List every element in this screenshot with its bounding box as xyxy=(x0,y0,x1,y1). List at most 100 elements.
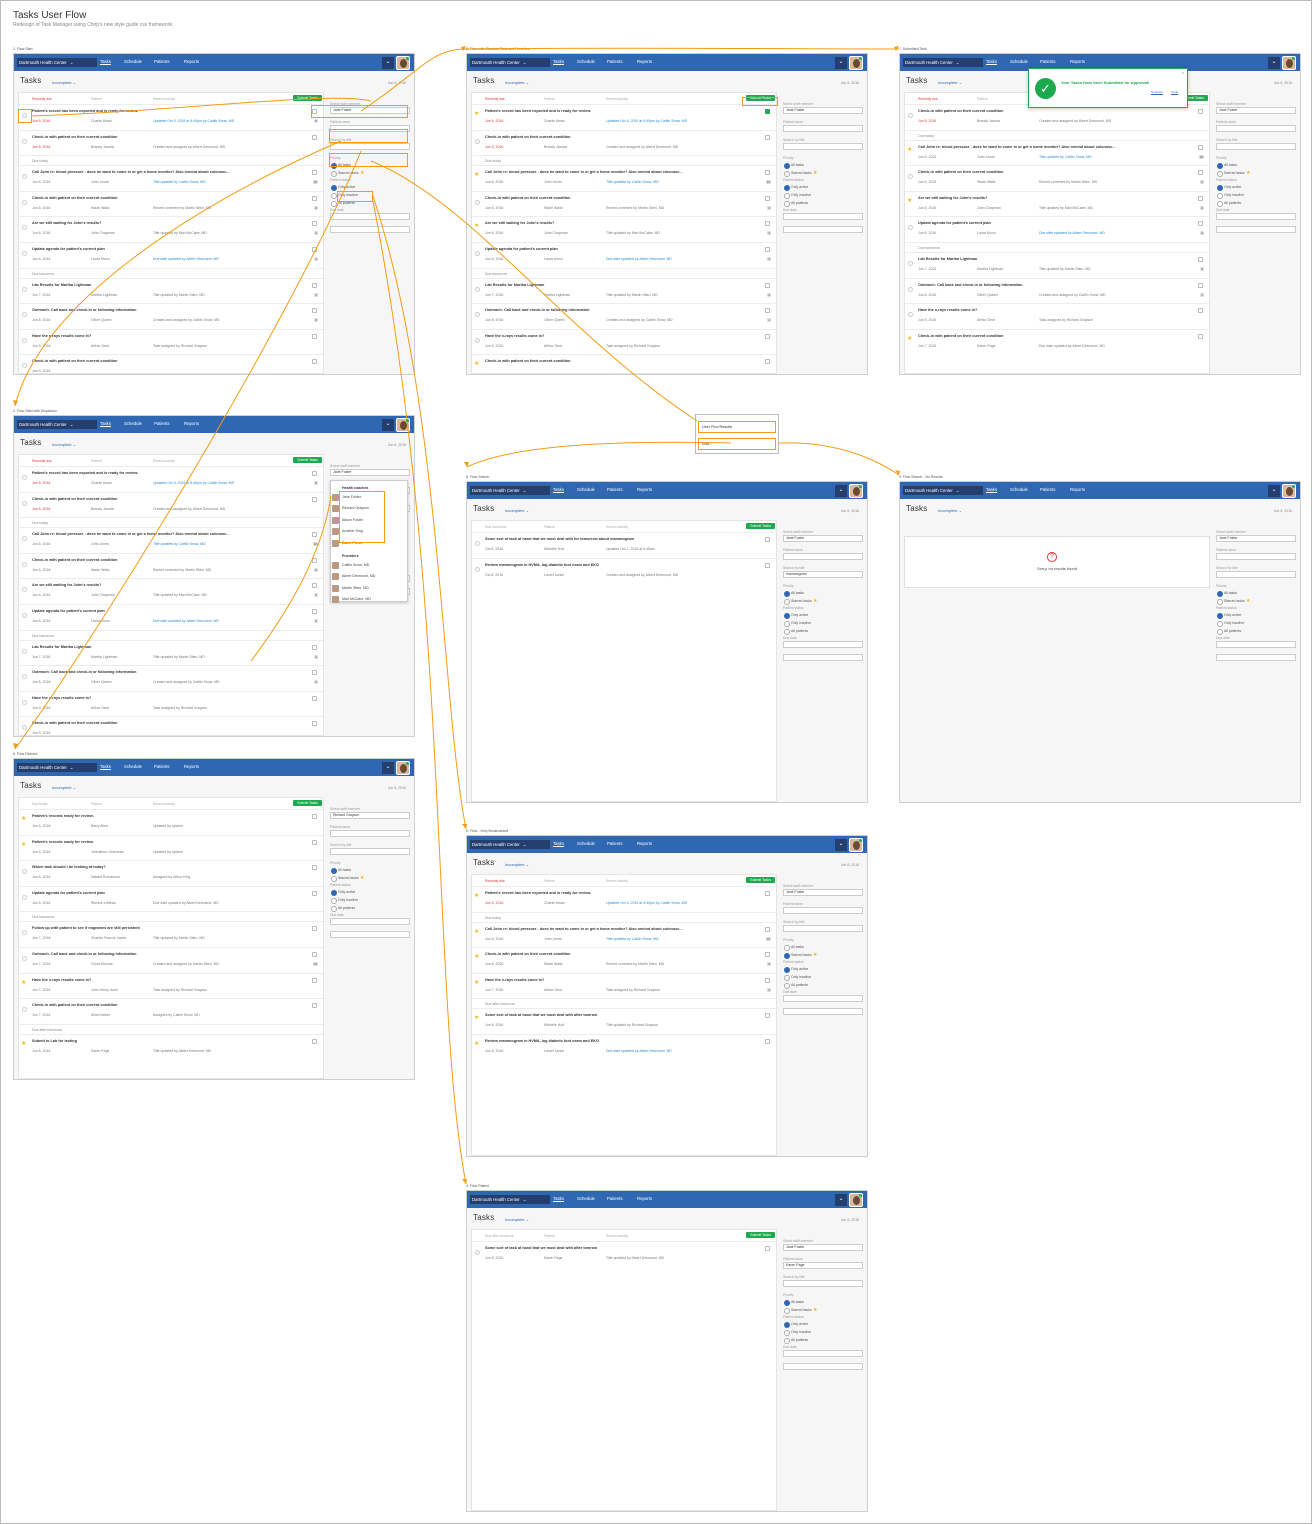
task-title[interactable]: Call John re: blood pressure - does he w… xyxy=(32,170,302,174)
radio-all-patients[interactable]: All patients xyxy=(783,982,863,989)
task-checkbox[interactable] xyxy=(312,721,317,727)
task-check-circle[interactable] xyxy=(22,894,27,900)
task-row[interactable]: ★ Patient's record has been exported and … xyxy=(472,104,776,130)
avatar[interactable] xyxy=(849,1192,863,1207)
task-check-circle[interactable] xyxy=(908,225,913,231)
task-check-circle[interactable] xyxy=(908,312,913,318)
task-title[interactable]: Update agenda for patient's current plan xyxy=(32,247,302,251)
task-title[interactable]: Patient's record has been exported and i… xyxy=(32,471,302,475)
task-title[interactable]: Update agenda for patient's current plan xyxy=(485,247,755,251)
nav-tab-reports[interactable]: Reports xyxy=(184,764,199,769)
task-row[interactable]: Have the x-rays results come in? Jun 9, 2… xyxy=(19,690,323,717)
task-check-circle[interactable] xyxy=(22,363,27,369)
task-title[interactable]: Patient's records ready for review. xyxy=(32,840,302,844)
search-input[interactable] xyxy=(330,143,410,150)
task-checkbox[interactable] xyxy=(1198,282,1203,288)
radio-only-inactive[interactable]: Only inactive xyxy=(783,192,863,199)
task-checkbox[interactable] xyxy=(765,282,770,288)
menu-chevron-icon[interactable]: ⌄ xyxy=(1268,484,1280,497)
star-icon[interactable]: ★ xyxy=(907,197,912,204)
brand-dropdown[interactable]: Dartmouth Health Center xyxy=(470,839,550,849)
nav-tab-tasks[interactable]: Tasks xyxy=(553,1196,564,1201)
task-row[interactable]: Are we still waiting for John's results?… xyxy=(19,578,323,604)
task-check-circle[interactable] xyxy=(475,286,480,292)
task-title[interactable]: Outreach: Call back and check-in or foll… xyxy=(32,670,302,674)
submit-tasks-button[interactable]: Submit Tasks xyxy=(746,523,775,529)
task-checkbox[interactable] xyxy=(312,608,317,614)
brand-dropdown[interactable]: Dartmouth Health Center xyxy=(17,419,97,429)
due-date-input-2[interactable] xyxy=(1216,654,1296,661)
task-title[interactable]: Some sort of task at hand that we must d… xyxy=(485,1013,755,1017)
nav-tab-patients[interactable]: Patients xyxy=(607,487,623,492)
task-title[interactable]: Review mammogram in HVMA, log diabetic f… xyxy=(485,1039,755,1043)
task-checkbox[interactable] xyxy=(312,977,317,983)
star-icon[interactable]: ★ xyxy=(474,928,479,935)
nav-tab-tasks[interactable]: Tasks xyxy=(986,487,997,492)
radio-starred-tasks[interactable]: Starred tasks ★ xyxy=(330,875,410,882)
menu-chevron-icon[interactable]: ⌄ xyxy=(382,761,394,774)
task-checkbox[interactable] xyxy=(312,670,317,676)
nav-tab-patients[interactable]: Patients xyxy=(1040,59,1056,64)
task-row[interactable]: Check-in with patient on their current c… xyxy=(19,491,323,518)
task-title[interactable]: Review mammogram in HVMA, log diabetic f… xyxy=(485,563,755,567)
due-date-input[interactable] xyxy=(783,213,863,220)
task-title[interactable]: Have the x-rays results come in? xyxy=(485,978,755,982)
task-title[interactable]: Update agenda for patient's current plan xyxy=(32,891,302,895)
task-checkbox[interactable] xyxy=(312,839,317,845)
task-row[interactable]: Outreach: Call back and check-in or foll… xyxy=(19,946,323,973)
task-check-circle[interactable] xyxy=(908,286,913,292)
task-row[interactable]: Some sort of task at hand that we must d… xyxy=(472,1241,776,1267)
radio-all-tasks[interactable]: All tasks xyxy=(783,944,863,951)
filter-dropdown[interactable]: Incomplete xyxy=(505,862,529,867)
due-date-input[interactable] xyxy=(330,918,410,925)
radio-all-tasks[interactable]: All tasks xyxy=(1216,590,1296,597)
nav-tab-reports[interactable]: Reports xyxy=(637,841,652,846)
filter-dropdown[interactable]: Incomplete xyxy=(938,508,962,513)
nav-tab-reports[interactable]: Reports xyxy=(184,421,199,426)
task-title[interactable]: Patient's record has been exported and i… xyxy=(32,109,302,113)
due-date-input-2[interactable] xyxy=(783,226,863,233)
brand-dropdown[interactable]: Dartmouth Health Center xyxy=(903,485,983,495)
menu-chevron-icon[interactable]: ⌄ xyxy=(382,56,394,69)
due-date-input-2[interactable] xyxy=(783,1008,863,1015)
task-title[interactable]: Check-in with patient on their current c… xyxy=(485,952,755,956)
task-checkbox[interactable] xyxy=(765,1013,770,1019)
nav-tab-tasks[interactable]: Tasks xyxy=(553,841,564,846)
nav-tab-tasks[interactable]: Tasks xyxy=(553,59,564,64)
star-icon[interactable]: ★ xyxy=(474,979,479,986)
star-icon[interactable]: ★ xyxy=(474,110,479,117)
task-row[interactable]: ★ Check-in with patient on their current … xyxy=(472,354,776,373)
radio-only-inactive[interactable]: Only inactive xyxy=(783,974,863,981)
task-check-circle[interactable] xyxy=(22,587,27,593)
task-checkbox[interactable] xyxy=(1198,256,1203,262)
task-title[interactable]: Which task should I be looking at today? xyxy=(32,865,302,869)
radio-starred-tasks[interactable]: Starred tasks ★ xyxy=(783,170,863,177)
task-title[interactable]: Call John re: blood pressure - does he w… xyxy=(32,532,302,536)
task-row[interactable]: Lab Results for Martha Lightman Jun 7, 20… xyxy=(905,251,1209,278)
radio-starred-tasks[interactable]: Starred tasks ★ xyxy=(783,1307,863,1314)
task-check-circle[interactable] xyxy=(22,337,27,343)
star-icon[interactable]: ★ xyxy=(474,1040,479,1047)
task-checkbox[interactable] xyxy=(312,695,317,701)
task-checkbox[interactable] xyxy=(765,170,770,176)
task-checkbox[interactable] xyxy=(312,134,317,140)
task-row[interactable]: Check-in with patient on their current c… xyxy=(19,190,323,217)
task-row[interactable]: Have the x-rays results come in? Jun 9, 2… xyxy=(472,328,776,355)
task-checkbox[interactable] xyxy=(1198,170,1203,176)
staff-select[interactable]: Jane Foster xyxy=(783,107,863,114)
menu-chevron-icon[interactable]: ⌄ xyxy=(835,484,847,497)
task-row[interactable]: ★ Have the x-rays results come in? Jun 7, … xyxy=(472,972,776,999)
task-check-circle[interactable] xyxy=(22,561,27,567)
task-checkbox[interactable] xyxy=(1198,333,1203,339)
task-check-circle[interactable] xyxy=(22,674,27,680)
radio-only-inactive[interactable]: Only inactive xyxy=(783,1329,863,1336)
task-row[interactable]: Follow up with patient to see if migrain… xyxy=(19,921,323,947)
task-check-circle[interactable] xyxy=(22,699,27,705)
task-title[interactable]: Some sort of task at hand that we must d… xyxy=(485,1246,755,1250)
task-title[interactable]: Have the x-rays results come in? xyxy=(32,978,302,982)
submit-tasks-button[interactable]: Submit Tasks xyxy=(293,457,322,463)
avatar[interactable] xyxy=(849,55,863,70)
menu-chevron-icon[interactable]: ⌄ xyxy=(835,56,847,69)
radio-starred-tasks[interactable]: Starred tasks ★ xyxy=(1216,598,1296,605)
task-row[interactable]: Update agenda for patient's current plan… xyxy=(472,241,776,268)
